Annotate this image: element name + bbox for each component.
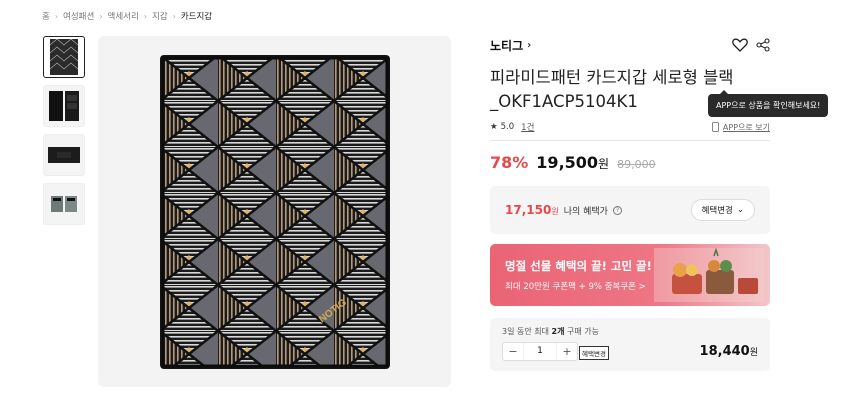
info-icon[interactable]: ?	[612, 205, 622, 215]
thumbnail-list	[43, 36, 85, 232]
benefit-box: 17,150원 나의 혜택가 ? 혜택변경 ⌄	[490, 186, 770, 234]
benefit-change-mini-button[interactable]: 혜택변경	[579, 346, 609, 360]
quantity-value[interactable]: 1	[523, 343, 557, 360]
benefit-price: 17,150원	[505, 203, 559, 217]
rating-value: 5.0	[500, 122, 515, 132]
product-info-panel: 노티그 › 피라미드패턴 카드지갑 세로형 블랙 _OKF1ACP5104K1 …	[490, 36, 829, 371]
order-total-price: 18,440원	[699, 344, 758, 359]
original-price: 89,000	[617, 158, 656, 171]
breadcrumb-item-women[interactable]: 여성패션	[63, 10, 94, 22]
star-icon: ★	[490, 122, 498, 132]
chevron-right-icon: ›	[172, 11, 176, 21]
wallet-product-image: NOTIG	[159, 54, 390, 369]
phone-icon	[711, 122, 719, 132]
banner-title: 명절 선물 혜택의 끝! 고민 끝!	[505, 259, 652, 273]
breadcrumb-item-accessories[interactable]: 액세서리	[108, 10, 139, 22]
breadcrumb: 홈 › 여성패션 › 액세서리 › 지갑 › 카드지갑	[42, 10, 212, 23]
gift-basket-image	[654, 248, 764, 302]
wallet-interior-thumb-image	[51, 196, 77, 212]
breadcrumb-item-cardwallet[interactable]: 카드지갑	[181, 10, 212, 22]
plus-icon[interactable]: +	[557, 343, 577, 360]
app-view-label: APP으로 보기	[722, 122, 770, 132]
chevron-right-icon: ›	[54, 11, 59, 21]
benefit-change-button[interactable]: 혜택변경 ⌄	[690, 199, 755, 221]
chevron-right-icon: ›	[143, 11, 147, 21]
minus-icon[interactable]: −	[503, 343, 523, 360]
wallet-pattern-thumb-image	[50, 39, 78, 75]
chevron-right-icon: ›	[527, 39, 532, 51]
thumbnail-2[interactable]	[43, 85, 85, 127]
discount-rate: 78%	[490, 153, 529, 172]
wallet-open-thumb-image	[49, 91, 79, 121]
app-tooltip: APP으로 상품을 확인해보세요!	[708, 90, 829, 117]
wallet-flat-thumb-image	[48, 147, 80, 163]
breadcrumb-item-wallet[interactable]: 지갑	[152, 10, 168, 22]
review-count-link[interactable]: 1건	[521, 121, 534, 133]
thumbnail-3[interactable]	[43, 134, 85, 176]
thumbnail-1[interactable]	[43, 36, 85, 78]
banner-subtitle: 최대 20만원 쿠폰팩 + 9% 중복쿠폰 >	[505, 282, 646, 292]
sale-price: 19,500원	[536, 153, 610, 172]
breadcrumb-item-home[interactable]: 홈	[42, 10, 50, 22]
benefit-label: 나의 혜택가	[563, 206, 608, 217]
brand-name: 노티그	[490, 38, 524, 53]
heart-icon[interactable]	[732, 38, 748, 52]
main-product-image[interactable]: NOTIG	[98, 36, 451, 387]
chevron-down-icon: ⌄	[736, 205, 744, 215]
purchase-limit: 3일 동안 최대 2개 구매 가능	[502, 327, 599, 336]
brand-link[interactable]: 노티그 ›	[490, 37, 531, 54]
divider	[490, 140, 770, 141]
thumbnail-4[interactable]	[43, 183, 85, 225]
price-row: 78% 19,500원 89,000	[490, 153, 770, 172]
share-icon[interactable]	[756, 38, 770, 52]
promo-banner[interactable]: 명절 선물 혜택의 끝! 고민 끝! 최대 20만원 쿠폰팩 + 9% 중복쿠폰…	[490, 244, 770, 306]
rating: ★ 5.0 1건	[490, 121, 534, 133]
order-box: 3일 동안 최대 2개 구매 가능 − 1 + 혜택변경 18,440원	[490, 318, 770, 371]
chevron-right-icon: ›	[99, 11, 103, 21]
quantity-stepper: − 1 +	[502, 342, 578, 361]
app-view-link[interactable]: APP으로 보기	[711, 122, 770, 133]
